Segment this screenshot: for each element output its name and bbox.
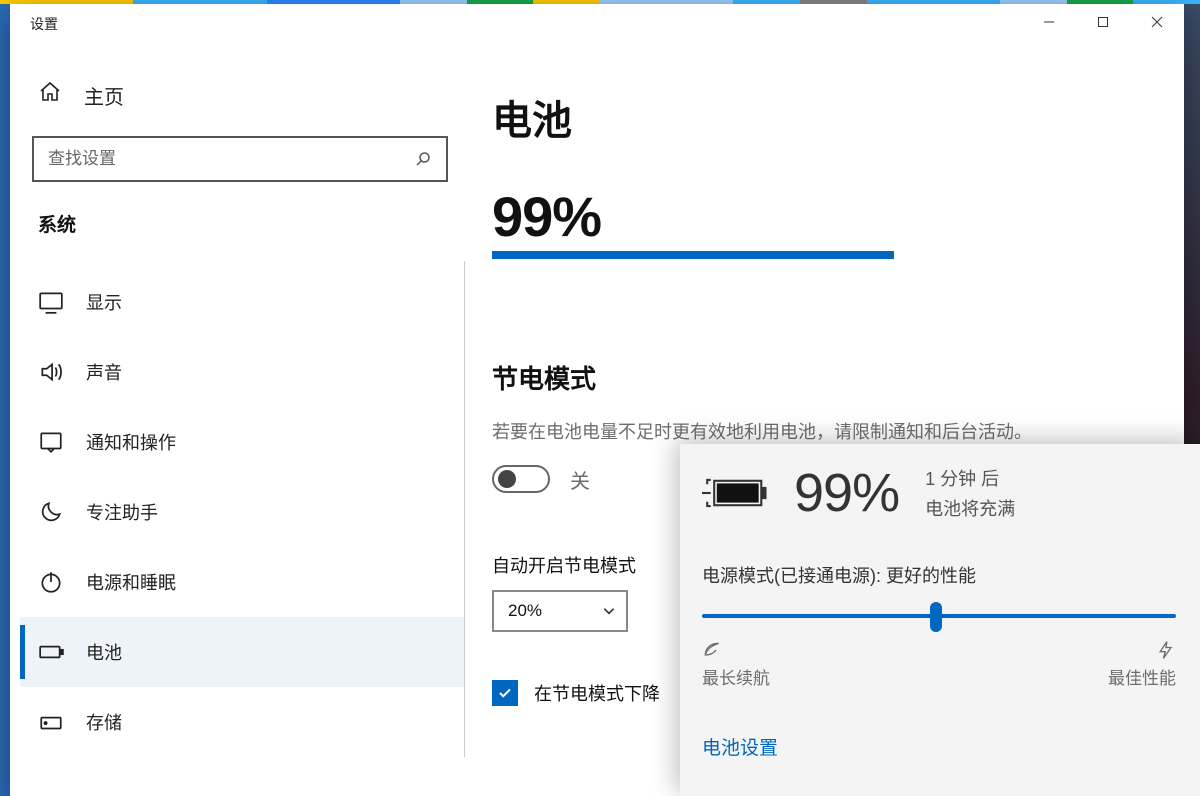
window-controls xyxy=(1022,4,1184,50)
remain-line2: 电池将充满 xyxy=(925,495,1015,521)
sidebar-item-label: 专注助手 xyxy=(86,499,158,525)
lower-brightness-label: 在节电模式下降 xyxy=(534,680,660,706)
sidebar-item-label: 声音 xyxy=(86,359,122,385)
saver-description: 若要在电池电量不足时更有效地利用电池，请限制通知和后台活动。 xyxy=(492,418,1144,447)
home-label: 主页 xyxy=(84,81,124,110)
sidebar-item-label: 显示 xyxy=(86,289,122,315)
battery-icon xyxy=(38,639,64,665)
flyout-remaining: 1 分钟 后 电池将充满 xyxy=(925,465,1015,521)
search-icon xyxy=(414,150,432,168)
battery-percent-large: 99% xyxy=(492,184,1144,249)
home-nav[interactable]: 主页 xyxy=(20,62,465,128)
category-header: 系统 xyxy=(20,200,465,261)
sidebar: 主页 系统 显示声音通知和操作专注助手电源和睡眠电池存储 xyxy=(10,62,465,796)
storage-icon xyxy=(38,709,64,735)
nav-list: 显示声音通知和操作专注助手电源和睡眠电池存储 xyxy=(20,261,465,757)
maximize-button[interactable] xyxy=(1076,4,1130,40)
sidebar-item-label: 通知和操作 xyxy=(86,429,176,455)
page-title: 电池 xyxy=(492,88,1144,146)
search-input[interactable] xyxy=(48,149,414,169)
dropdown-value: 20% xyxy=(508,601,542,621)
sidebar-item-moon[interactable]: 专注助手 xyxy=(20,477,464,547)
sidebar-item-label: 存储 xyxy=(86,709,122,735)
sidebar-item-display[interactable]: 显示 xyxy=(20,267,464,337)
sidebar-item-battery[interactable]: 电池 xyxy=(20,617,464,687)
window-title: 设置 xyxy=(10,4,58,50)
power-icon xyxy=(38,569,64,595)
titlebar: 设置 xyxy=(10,4,1184,50)
power-mode-slider[interactable] xyxy=(702,602,1176,632)
leaf-icon xyxy=(702,640,722,660)
lower-brightness-checkbox[interactable] xyxy=(492,680,518,706)
saver-toggle[interactable] xyxy=(492,465,550,493)
battery-settings-link[interactable]: 电池设置 xyxy=(702,733,778,760)
sidebar-item-label: 电池 xyxy=(86,639,122,665)
moon-icon xyxy=(38,499,64,525)
minimize-button[interactable] xyxy=(1022,4,1076,40)
saver-toggle-state: 关 xyxy=(570,465,590,494)
power-mode-label: 电源模式(已接通电源): 更好的性能 xyxy=(702,562,1176,588)
slider-label-right: 最佳性能 xyxy=(1108,640,1176,689)
chevron-down-icon xyxy=(602,604,616,618)
slider-thumb[interactable] xyxy=(930,602,942,632)
display-icon xyxy=(38,289,64,315)
close-icon xyxy=(1151,16,1163,28)
notif-icon xyxy=(38,429,64,455)
battery-charging-icon xyxy=(702,471,770,515)
slider-label-left: 最长续航 xyxy=(702,640,770,689)
minimize-icon xyxy=(1043,16,1055,28)
sidebar-item-notif[interactable]: 通知和操作 xyxy=(20,407,464,477)
sound-icon xyxy=(38,359,64,385)
saver-section-title: 节电模式 xyxy=(492,359,1144,396)
flyout-percent: 99% xyxy=(794,462,899,524)
home-icon xyxy=(38,80,62,110)
search-box[interactable] xyxy=(32,136,448,182)
battery-flyout: 99% 1 分钟 后 电池将充满 电源模式(已接通电源): 更好的性能 最长续航… xyxy=(680,444,1200,796)
sidebar-item-storage[interactable]: 存储 xyxy=(20,687,464,757)
lightning-icon xyxy=(1156,640,1176,660)
maximize-icon xyxy=(1097,16,1109,28)
sidebar-item-power[interactable]: 电源和睡眠 xyxy=(20,547,464,617)
auto-saver-dropdown[interactable]: 20% xyxy=(492,590,628,632)
remain-line1: 1 分钟 后 xyxy=(925,465,1015,491)
sidebar-item-label: 电源和睡眠 xyxy=(86,569,176,595)
check-icon xyxy=(497,685,513,701)
battery-level-bar xyxy=(492,251,894,259)
close-button[interactable] xyxy=(1130,4,1184,40)
sidebar-item-sound[interactable]: 声音 xyxy=(20,337,464,407)
